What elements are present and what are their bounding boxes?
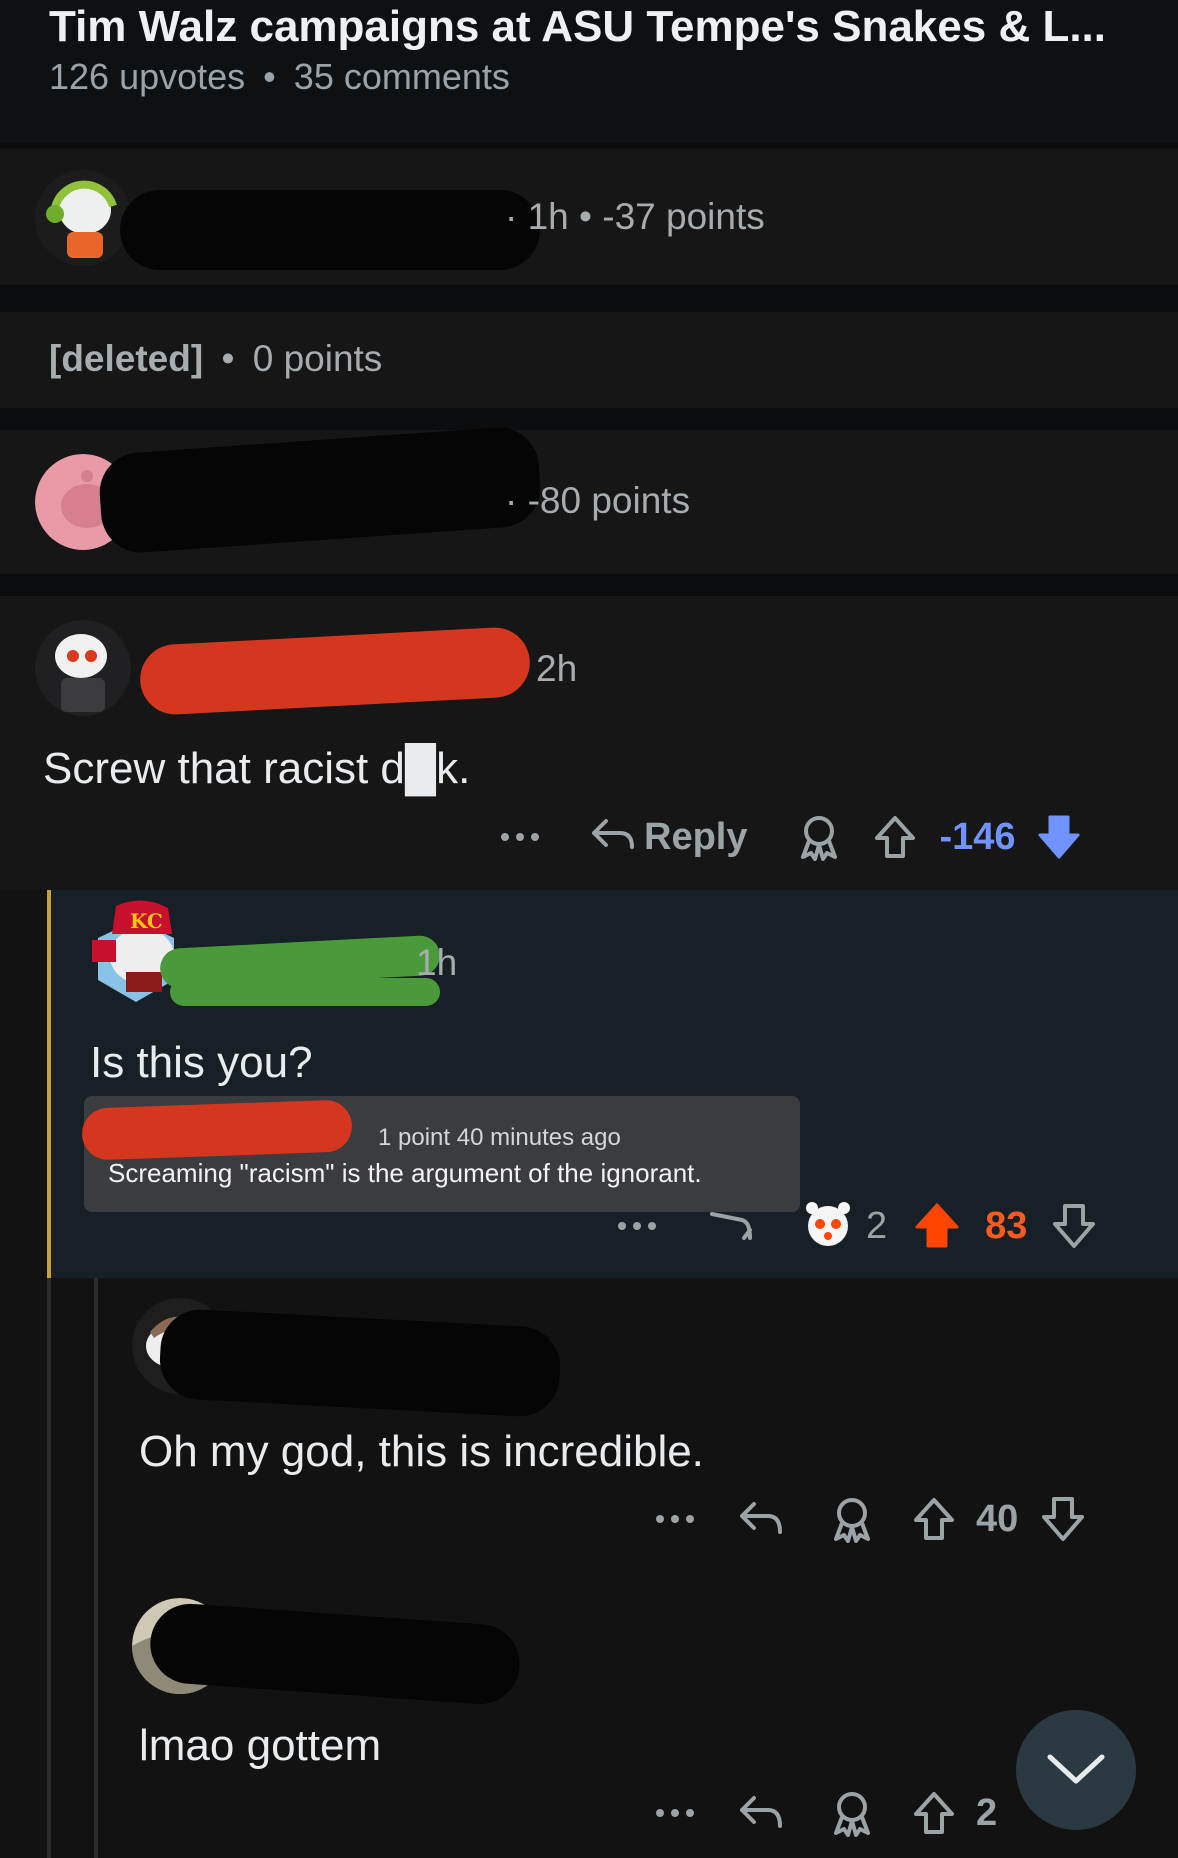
comment-count: 35 comments	[293, 56, 510, 97]
award-count: 2	[866, 1204, 888, 1247]
reply-button[interactable]: Reply	[590, 815, 747, 860]
award-icon[interactable]	[828, 1495, 876, 1543]
comment-body: Is this you?	[90, 1038, 313, 1087]
svg-text:KC: KC	[130, 909, 163, 933]
chevron-down-icon	[1046, 1751, 1106, 1790]
award-icon[interactable]	[795, 813, 843, 861]
quote-text: Screaming "racism" is the argument of th…	[108, 1158, 702, 1188]
reply-icon[interactable]	[738, 1498, 784, 1540]
more-icon[interactable]	[654, 1807, 696, 1819]
post-meta: 126 upvotes • 35 comments	[49, 56, 510, 98]
thread-line	[47, 1278, 51, 1858]
upvote-icon[interactable]	[913, 1202, 961, 1250]
vote-score: 2	[976, 1791, 998, 1834]
scroll-down-button[interactable]	[1016, 1710, 1136, 1830]
reply-icon[interactable]	[738, 1792, 784, 1834]
downvote-icon[interactable]	[1036, 813, 1082, 861]
comment-time: 1h	[416, 942, 458, 983]
comment-actions: 2 83	[616, 1194, 1097, 1258]
thread-line	[47, 890, 51, 1278]
comment-body: Oh my god, this is incredible.	[139, 1427, 704, 1476]
vote-score: 83	[985, 1204, 1028, 1247]
quote-meta: 1 point 40 minutes ago	[378, 1124, 621, 1151]
points: 0 points	[252, 338, 383, 379]
comment-meta: · 1h • -37 points	[505, 196, 765, 237]
meta-dot: •	[263, 56, 276, 97]
comment-actions: 2	[654, 1781, 997, 1845]
more-icon[interactable]	[616, 1220, 658, 1232]
deleted-author: [deleted]	[49, 338, 204, 379]
redacted-username	[157, 1307, 563, 1419]
more-icon[interactable]	[654, 1513, 696, 1525]
comment-body: lmao gottem	[139, 1721, 382, 1770]
avatar[interactable]	[35, 170, 131, 266]
redacted-username	[170, 978, 440, 1006]
comment-time: 2h	[536, 648, 578, 689]
redacted-username	[147, 1601, 523, 1707]
avatar[interactable]	[35, 620, 131, 716]
upvote-icon[interactable]	[912, 1790, 956, 1836]
upvote-count: 126 upvotes	[49, 56, 246, 97]
upvote-icon[interactable]	[873, 814, 917, 860]
post-title[interactable]: Tim Walz campaigns at ASU Tempe's Snakes…	[49, 2, 1106, 52]
deleted-comment-meta: [deleted] • 0 points	[49, 338, 383, 379]
more-icon[interactable]	[490, 831, 550, 843]
downvote-icon[interactable]	[1051, 1202, 1097, 1250]
award-icon[interactable]	[802, 1200, 854, 1252]
redacted-username	[81, 1099, 353, 1161]
reply-icon[interactable]	[708, 1208, 754, 1244]
upvote-icon[interactable]	[912, 1496, 956, 1542]
redacted-username	[120, 190, 540, 270]
vote-score: -146	[939, 815, 1016, 858]
comment-body: Screw that racist d█k.	[43, 744, 471, 793]
divider	[0, 285, 1178, 312]
comment-actions: 40	[654, 1487, 1086, 1551]
downvote-icon[interactable]	[1040, 1495, 1086, 1543]
reply-label: Reply	[644, 815, 748, 858]
divider	[0, 408, 1178, 430]
vote-score: 40	[976, 1497, 1019, 1540]
divider	[0, 574, 1178, 596]
thread-line	[94, 1278, 98, 1858]
reply-icon	[590, 815, 636, 860]
comment-meta: · -80 points	[505, 480, 691, 521]
award-icon[interactable]	[828, 1789, 876, 1837]
comment-actions: Reply -146	[490, 805, 1082, 869]
